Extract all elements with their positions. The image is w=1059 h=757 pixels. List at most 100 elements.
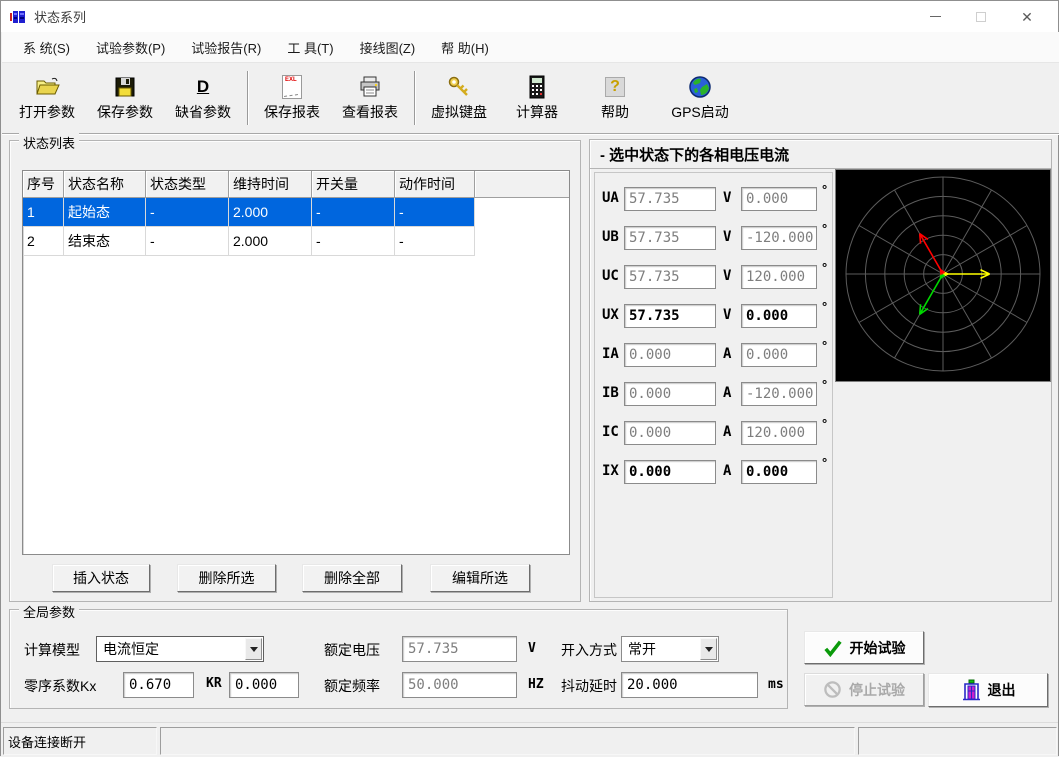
check-icon bbox=[823, 639, 843, 657]
state-list-group-title: 状态列表 bbox=[19, 133, 79, 152]
start-test-button[interactable]: 开始试验 bbox=[804, 631, 924, 664]
phase-magnitude-field: 57.735 bbox=[624, 265, 716, 289]
input-mode-label: 开入方式 bbox=[561, 640, 617, 660]
column-header[interactable]: 状态类型 bbox=[146, 171, 229, 198]
start-test-label: 开始试验 bbox=[850, 638, 906, 658]
title-bar[interactable]: 状态系列 ✕ bbox=[1, 1, 1058, 32]
column-header[interactable]: 状态名称 bbox=[64, 171, 146, 198]
rated-voltage-label: 额定电压 bbox=[324, 640, 380, 660]
device-status: 设备连接断开 bbox=[3, 727, 157, 755]
phase-unit: V bbox=[723, 307, 731, 323]
table-cell[interactable]: 2.000 bbox=[229, 227, 312, 256]
degree-symbol: ° bbox=[822, 377, 827, 392]
minimize-button[interactable] bbox=[912, 1, 958, 32]
phase-row: UA 57.735 V 0.000 ° bbox=[595, 187, 832, 211]
table-cell[interactable]: - bbox=[146, 198, 229, 227]
zero-seq-field[interactable]: 0.670 bbox=[123, 672, 194, 698]
rated-voltage-field: 57.735 bbox=[402, 636, 517, 662]
phase-angle-field[interactable]: 0.000 bbox=[741, 304, 817, 328]
toolbar-separator bbox=[247, 71, 248, 125]
calculator-icon bbox=[524, 74, 550, 100]
phase-row: IC 0.000 A 120.000 ° bbox=[595, 421, 832, 445]
phase-angle-field: 0.000 bbox=[741, 187, 817, 211]
menu-test-report[interactable]: 试验报告(R) bbox=[178, 32, 274, 63]
gps-start-button[interactable]: GPS启动 bbox=[654, 67, 746, 129]
phase-row: IX 0.000 A 0.000 ° bbox=[595, 460, 832, 484]
degree-symbol: ° bbox=[822, 260, 827, 275]
calc-model-dropdown-button[interactable] bbox=[245, 638, 262, 660]
debounce-field[interactable]: 20.000 bbox=[621, 672, 758, 698]
phase-row: UB 57.735 V -120.000 ° bbox=[595, 226, 832, 250]
edit-selected-button[interactable]: 编辑所选 bbox=[430, 564, 530, 592]
status-panel-right bbox=[858, 727, 1057, 755]
column-header[interactable]: 维持时间 bbox=[229, 171, 312, 198]
phase-label: UA bbox=[602, 190, 619, 206]
phasor-diagram bbox=[835, 169, 1051, 382]
delete-all-button[interactable]: 删除全部 bbox=[302, 564, 402, 592]
table-cell[interactable]: 起始态 bbox=[64, 198, 146, 227]
delete-selected-button[interactable]: 删除所选 bbox=[177, 564, 276, 592]
phase-unit: V bbox=[723, 190, 731, 206]
input-mode-select[interactable]: 常开 bbox=[621, 636, 719, 662]
table-cell[interactable]: - bbox=[395, 198, 475, 227]
column-header[interactable]: 动作时间 bbox=[395, 171, 475, 198]
table-cell[interactable]: 2 bbox=[23, 227, 64, 256]
rated-freq-unit: HZ bbox=[528, 677, 544, 692]
state-list-group: 状态列表 序号 状态名称 状态类型 维持时间 开关量 动作时间 1 起始态 - … bbox=[9, 140, 581, 602]
menu-tools[interactable]: 工 具(T) bbox=[274, 32, 346, 63]
view-report-button[interactable]: 查看报表 bbox=[331, 67, 409, 129]
phase-row: UX 57.735 V 0.000 ° bbox=[595, 304, 832, 328]
menu-system[interactable]: 系 统(S) bbox=[10, 32, 83, 63]
input-mode-dropdown-button[interactable] bbox=[700, 638, 717, 660]
open-params-button[interactable]: 打开参数 bbox=[8, 67, 86, 129]
phase-magnitude-field[interactable]: 57.735 bbox=[624, 304, 716, 328]
degree-symbol: ° bbox=[822, 221, 827, 236]
phase-label: IB bbox=[602, 385, 619, 401]
phase-magnitude-field: 0.000 bbox=[624, 421, 716, 445]
column-header[interactable]: 序号 bbox=[23, 171, 64, 198]
phase-angle-field[interactable]: 0.000 bbox=[741, 460, 817, 484]
table-cell[interactable]: 结束态 bbox=[64, 227, 146, 256]
table-row[interactable]: 1 起始态 - 2.000 - - bbox=[23, 198, 475, 227]
phase-magnitude-field[interactable]: 0.000 bbox=[624, 460, 716, 484]
menu-wiring-diagram[interactable]: 接线图(Z) bbox=[347, 32, 429, 63]
phase-angle-field: -120.000 bbox=[741, 226, 817, 250]
exit-button[interactable]: 退出 bbox=[928, 673, 1048, 707]
default-params-button[interactable]: D 缺省参数 bbox=[164, 67, 242, 129]
toolbar: 打开参数 保存参数 D 缺省参数 EXL 保存报表 bbox=[2, 62, 1059, 134]
kr-field[interactable]: 0.000 bbox=[229, 672, 299, 698]
help-button[interactable]: ? 帮助 bbox=[576, 67, 654, 129]
maximize-icon bbox=[976, 12, 986, 22]
table-row[interactable]: 2 结束态 - 2.000 - - bbox=[23, 227, 475, 256]
menu-help[interactable]: 帮 助(H) bbox=[428, 32, 502, 63]
kr-label: KR bbox=[206, 676, 222, 691]
table-cell[interactable]: - bbox=[395, 227, 475, 256]
app-window: { "window": { "title": "状态系列" }, "colors… bbox=[0, 0, 1059, 756]
exit-door-icon bbox=[961, 679, 981, 701]
state-table[interactable]: 序号 状态名称 状态类型 维持时间 开关量 动作时间 1 起始态 - 2.000… bbox=[22, 170, 570, 555]
stop-test-label: 停止试验 bbox=[849, 680, 905, 700]
table-cell[interactable]: - bbox=[146, 227, 229, 256]
table-cell[interactable]: 2.000 bbox=[229, 198, 312, 227]
phase-label: UX bbox=[602, 307, 619, 323]
degree-symbol: ° bbox=[822, 416, 827, 431]
rated-freq-field: 50.000 bbox=[402, 672, 517, 698]
menu-test-params[interactable]: 试验参数(P) bbox=[83, 32, 178, 63]
insert-state-button[interactable]: 插入状态 bbox=[52, 564, 150, 592]
maximize-button[interactable] bbox=[958, 1, 1004, 32]
table-cell[interactable]: 1 bbox=[23, 198, 64, 227]
save-report-button[interactable]: EXL 保存报表 bbox=[253, 67, 331, 129]
close-button[interactable]: ✕ bbox=[1004, 1, 1050, 32]
save-params-button[interactable]: 保存参数 bbox=[86, 67, 164, 129]
calc-model-select[interactable]: 电流恒定 bbox=[96, 636, 264, 662]
status-panel-middle bbox=[160, 727, 855, 755]
table-cell[interactable]: - bbox=[312, 198, 395, 227]
globe-icon bbox=[687, 74, 713, 100]
phase-magnitude-field: 57.735 bbox=[624, 226, 716, 250]
table-cell[interactable]: - bbox=[312, 227, 395, 256]
phase-unit: A bbox=[723, 346, 731, 362]
column-header[interactable]: 开关量 bbox=[312, 171, 395, 198]
calculator-button[interactable]: 计算器 bbox=[498, 67, 576, 129]
window-title: 状态系列 bbox=[34, 7, 86, 26]
virtual-keyboard-button[interactable]: 虚拟键盘 bbox=[420, 67, 498, 129]
